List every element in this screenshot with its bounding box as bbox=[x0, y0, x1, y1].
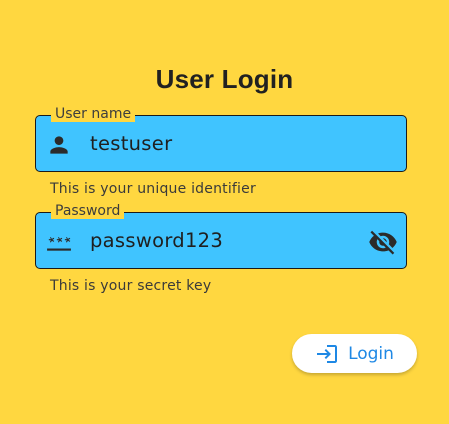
visibility-off-icon[interactable] bbox=[368, 227, 398, 257]
person-icon bbox=[50, 136, 68, 154]
password-field[interactable]: Password password123 bbox=[35, 203, 407, 269]
page-title: User Login bbox=[155, 64, 294, 94]
username-field[interactable]: User name testuser bbox=[35, 106, 407, 172]
username-label: User name bbox=[51, 106, 136, 122]
username-helper-text: This is your unique identifier bbox=[50, 181, 256, 197]
password-helper-text: This is your secret key bbox=[50, 278, 212, 294]
username-input[interactable]: testuser bbox=[90, 132, 172, 156]
login-button-label: Login bbox=[348, 343, 394, 364]
login-icon bbox=[317, 344, 338, 363]
login-button[interactable]: Login bbox=[292, 334, 417, 373]
password-icon bbox=[47, 237, 71, 251]
password-input[interactable]: password123 bbox=[90, 229, 223, 253]
password-label: Password bbox=[51, 203, 125, 219]
